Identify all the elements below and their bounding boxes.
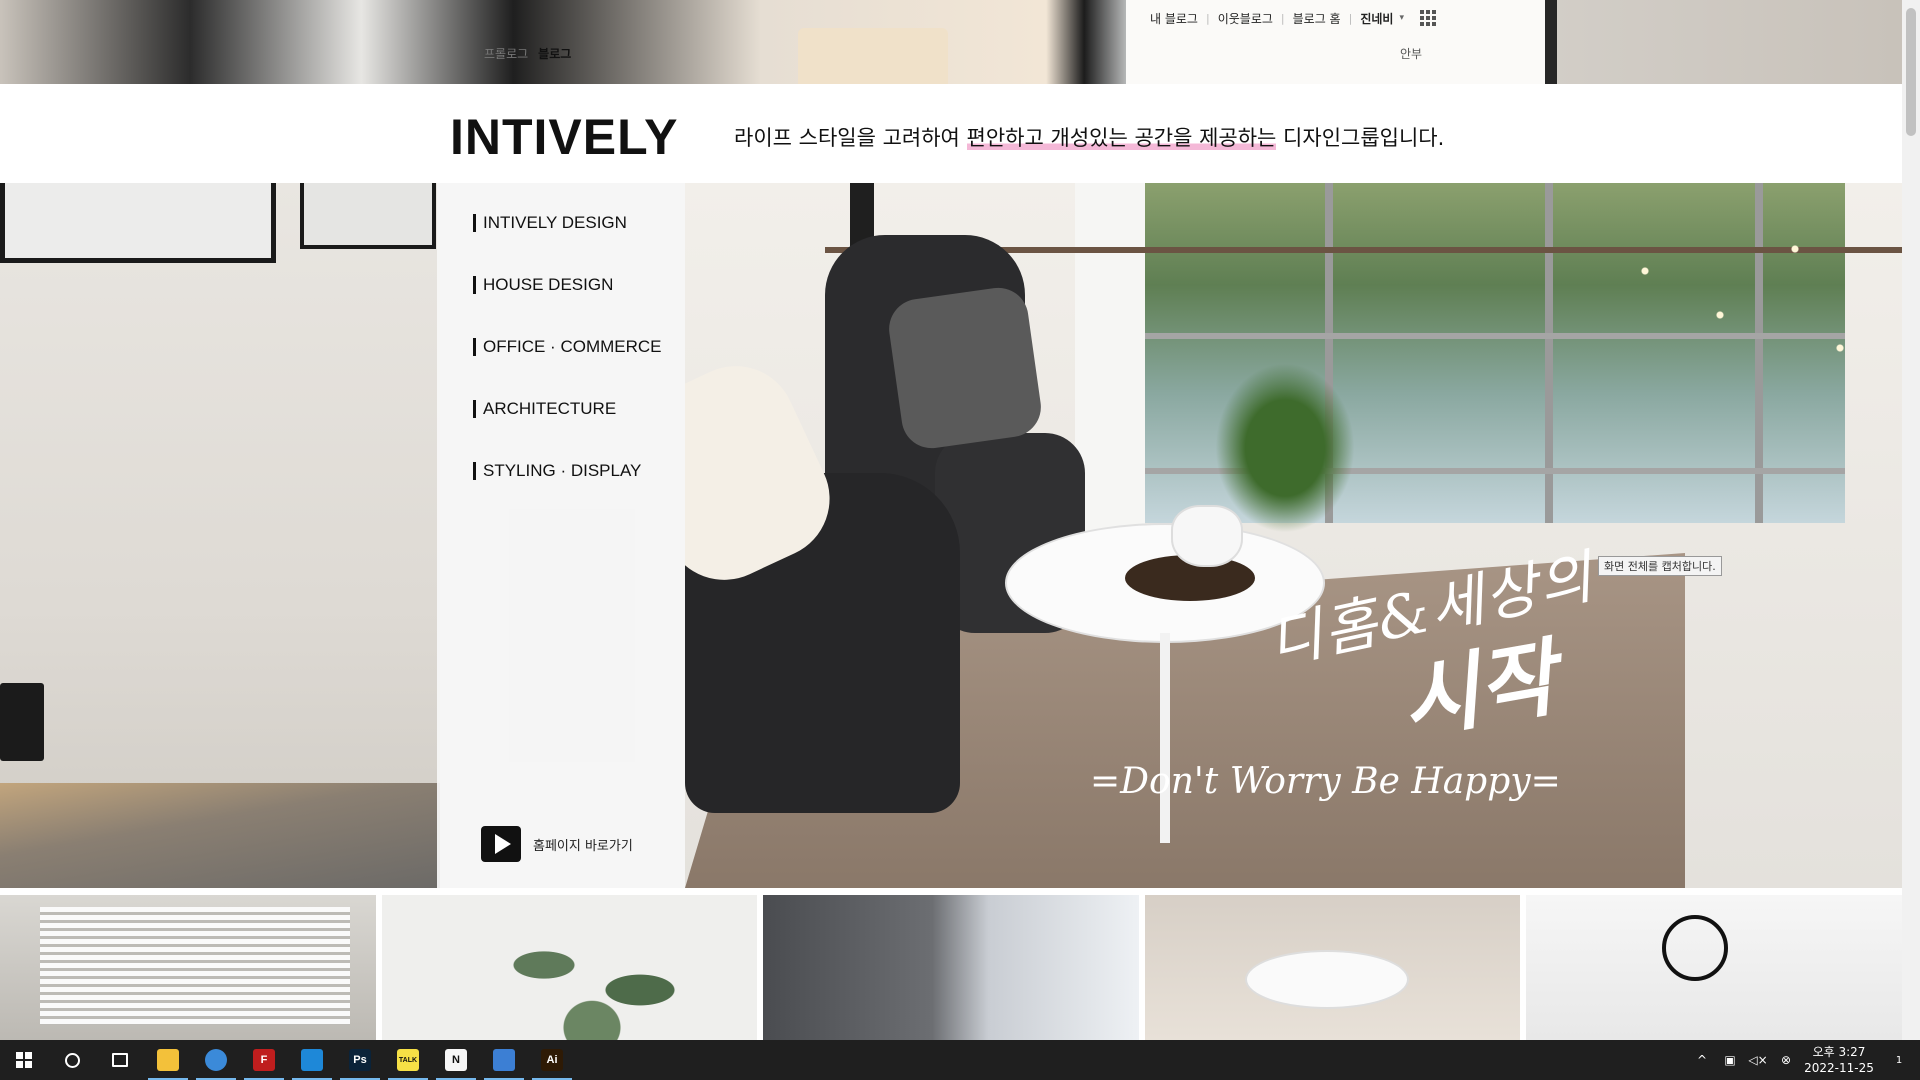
table-leg <box>1160 633 1170 843</box>
play-icon <box>481 826 521 862</box>
teapot <box>1171 505 1243 567</box>
windows-logo-icon <box>16 1052 32 1068</box>
menu-item-styling-display[interactable]: STYLING · DISPLAY <box>473 461 662 523</box>
nav-separator: | <box>1348 11 1353 25</box>
chevron-down-icon[interactable]: ▾ <box>1399 13 1404 23</box>
guestbook-link[interactable]: 안부 <box>1400 45 1422 62</box>
taskbar-app-bandizip[interactable] <box>480 1040 528 1080</box>
search-icon <box>65 1053 80 1068</box>
thumbnail-strip <box>0 895 1902 1040</box>
scrollbar-thumb[interactable] <box>1906 8 1916 136</box>
hero-slogan: =Don't Worry Be Happy= <box>1090 761 1561 802</box>
tagline-end: 디자인그룹입니다. <box>1276 126 1445 150</box>
nav-separator: | <box>1205 11 1210 25</box>
my-blog-link[interactable]: 내 블로그 <box>1150 10 1198 27</box>
clock-time: 오후 3:27 <box>1812 1045 1866 1059</box>
menu-item-intively-design[interactable]: INTIVELY DESIGN <box>473 213 662 275</box>
wall-outlet <box>0 683 44 761</box>
tagline-highlight: 편안하고 개성있는 공간을 제공하는 <box>966 126 1277 150</box>
tab-prologue[interactable]: 프롤로그 <box>484 45 528 62</box>
chandelier <box>1585 183 1885 403</box>
global-nav: 내 블로그 | 이웃블로그 | 블로그 홈 | 진네비 ▾ <box>1150 8 1436 28</box>
hero-section: INTIVELY DESIGN HOUSE DESIGN OFFICE · CO… <box>0 183 1902 888</box>
fern-plant <box>1215 363 1355 533</box>
lamp-shade-photo <box>798 28 948 84</box>
taskbar-app-chrome[interactable] <box>192 1040 240 1080</box>
taskbar-clock[interactable]: 오후 3:27 2022-11-25 <box>1800 1044 1878 1076</box>
neighbor-blog-link[interactable]: 이웃블로그 <box>1218 10 1273 27</box>
notion-icon: N <box>445 1049 467 1071</box>
system-tray: ^ ▣ ◁× ⊗ 오후 3:27 2022-11-25 1 <box>1688 1040 1920 1080</box>
pole-photo <box>1545 0 1557 84</box>
thumbnail-mirror-room[interactable] <box>1526 895 1902 1040</box>
hero-left-photo <box>0 183 440 888</box>
task-view-button[interactable] <box>96 1040 144 1080</box>
grey-cushion <box>885 283 1045 453</box>
folder-icon <box>157 1049 179 1071</box>
apps-grid-icon[interactable] <box>1419 10 1436 26</box>
taskbar-app-vscode[interactable] <box>288 1040 336 1080</box>
hero-main-photo: 디홈&세상의 시작 =Don't Worry Be Happy= <box>685 183 1902 888</box>
taskbar-app-kakaotalk[interactable]: TALK <box>384 1040 432 1080</box>
network-icon[interactable]: ⊗ <box>1772 1053 1800 1067</box>
filezilla-icon: F <box>253 1049 275 1071</box>
blog-top-strip: 내 블로그 | 이웃블로그 | 블로그 홈 | 진네비 ▾ 프롤로그 블로그 안… <box>0 0 1902 84</box>
taskbar-app-illustrator[interactable]: Ai <box>528 1040 576 1080</box>
homepage-link-label: 홈페이지 바로가기 <box>533 838 633 854</box>
homepage-link[interactable]: 홈페이지 바로가기 <box>481 826 633 862</box>
notification-count: 1 <box>1895 1054 1903 1066</box>
page-scrollbar[interactable] <box>1902 0 1920 1040</box>
menu-item-architecture[interactable]: ARCHITECTURE <box>473 399 662 461</box>
wall-frame <box>0 183 276 263</box>
thumbnail-monstera-wall[interactable] <box>381 895 758 1040</box>
illustrator-icon: Ai <box>541 1049 563 1071</box>
tab-blog[interactable]: 블로그 <box>538 45 571 62</box>
photoshop-icon: Ps <box>349 1049 371 1071</box>
category-list: INTIVELY DESIGN HOUSE DESIGN OFFICE · CO… <box>473 213 662 523</box>
capture-tooltip: 화면 전체를 캡처합니다. <box>1598 556 1722 576</box>
thumbnail-living-room[interactable] <box>1144 895 1521 1040</box>
taskbar-app-file-explorer[interactable] <box>144 1040 192 1080</box>
bandizip-icon <box>493 1049 515 1071</box>
taskbar-app-notion[interactable]: N <box>432 1040 480 1080</box>
taskbar-app-filezilla[interactable]: F <box>240 1040 288 1080</box>
clock-date: 2022-11-25 <box>1804 1061 1874 1075</box>
device-icon[interactable]: ▣ <box>1716 1053 1744 1067</box>
tagline-start: 라이프 스타일을 고려하여 <box>734 126 967 150</box>
windows-taskbar: F Ps TALK N Ai ^ ▣ ◁× ⊗ 오후 3:27 2022-11-25 1 <box>0 1040 1920 1080</box>
search-button[interactable] <box>48 1040 96 1080</box>
nav-separator: | <box>1280 11 1285 25</box>
menu-item-house-design[interactable]: HOUSE DESIGN <box>473 275 662 337</box>
brand-logo[interactable]: INTIVELY <box>450 108 678 166</box>
thumbnail-building[interactable] <box>763 895 1139 1040</box>
menu-item-office-commerce[interactable]: OFFICE · COMMERCE <box>473 337 662 399</box>
vscode-icon <box>301 1049 323 1071</box>
category-menu: INTIVELY DESIGN HOUSE DESIGN OFFICE · CO… <box>437 183 685 888</box>
taskbar-apps: F Ps TALK N Ai <box>144 1040 576 1080</box>
task-view-icon <box>112 1053 128 1067</box>
blog-home-link[interactable]: 블로그 홈 <box>1293 10 1341 27</box>
floor-photo <box>0 783 440 888</box>
start-button[interactable] <box>0 1040 48 1080</box>
speaker-muted-icon[interactable]: ◁× <box>1744 1053 1772 1067</box>
taskbar-app-photoshop[interactable]: Ps <box>336 1040 384 1080</box>
brand-tagline: 라이프 스타일을 고려하여 편안하고 개성있는 공간을 제공하는 디자인그룹입니… <box>734 122 1444 152</box>
chrome-icon <box>205 1049 227 1071</box>
kakaotalk-icon: TALK <box>397 1049 419 1071</box>
wall-frame <box>300 183 436 249</box>
user-name-link[interactable]: 진네비 <box>1360 10 1393 27</box>
notification-button[interactable]: 1 <box>1878 1040 1920 1080</box>
chevron-up-icon[interactable]: ^ <box>1688 1053 1716 1067</box>
blog-tabs: 프롤로그 블로그 <box>484 45 571 62</box>
thumbnail-shutters[interactable] <box>0 895 376 1040</box>
blog-header: INTIVELY 라이프 스타일을 고려하여 편안하고 개성있는 공간을 제공하… <box>0 84 1902 183</box>
white-pillar <box>1075 183 1145 563</box>
